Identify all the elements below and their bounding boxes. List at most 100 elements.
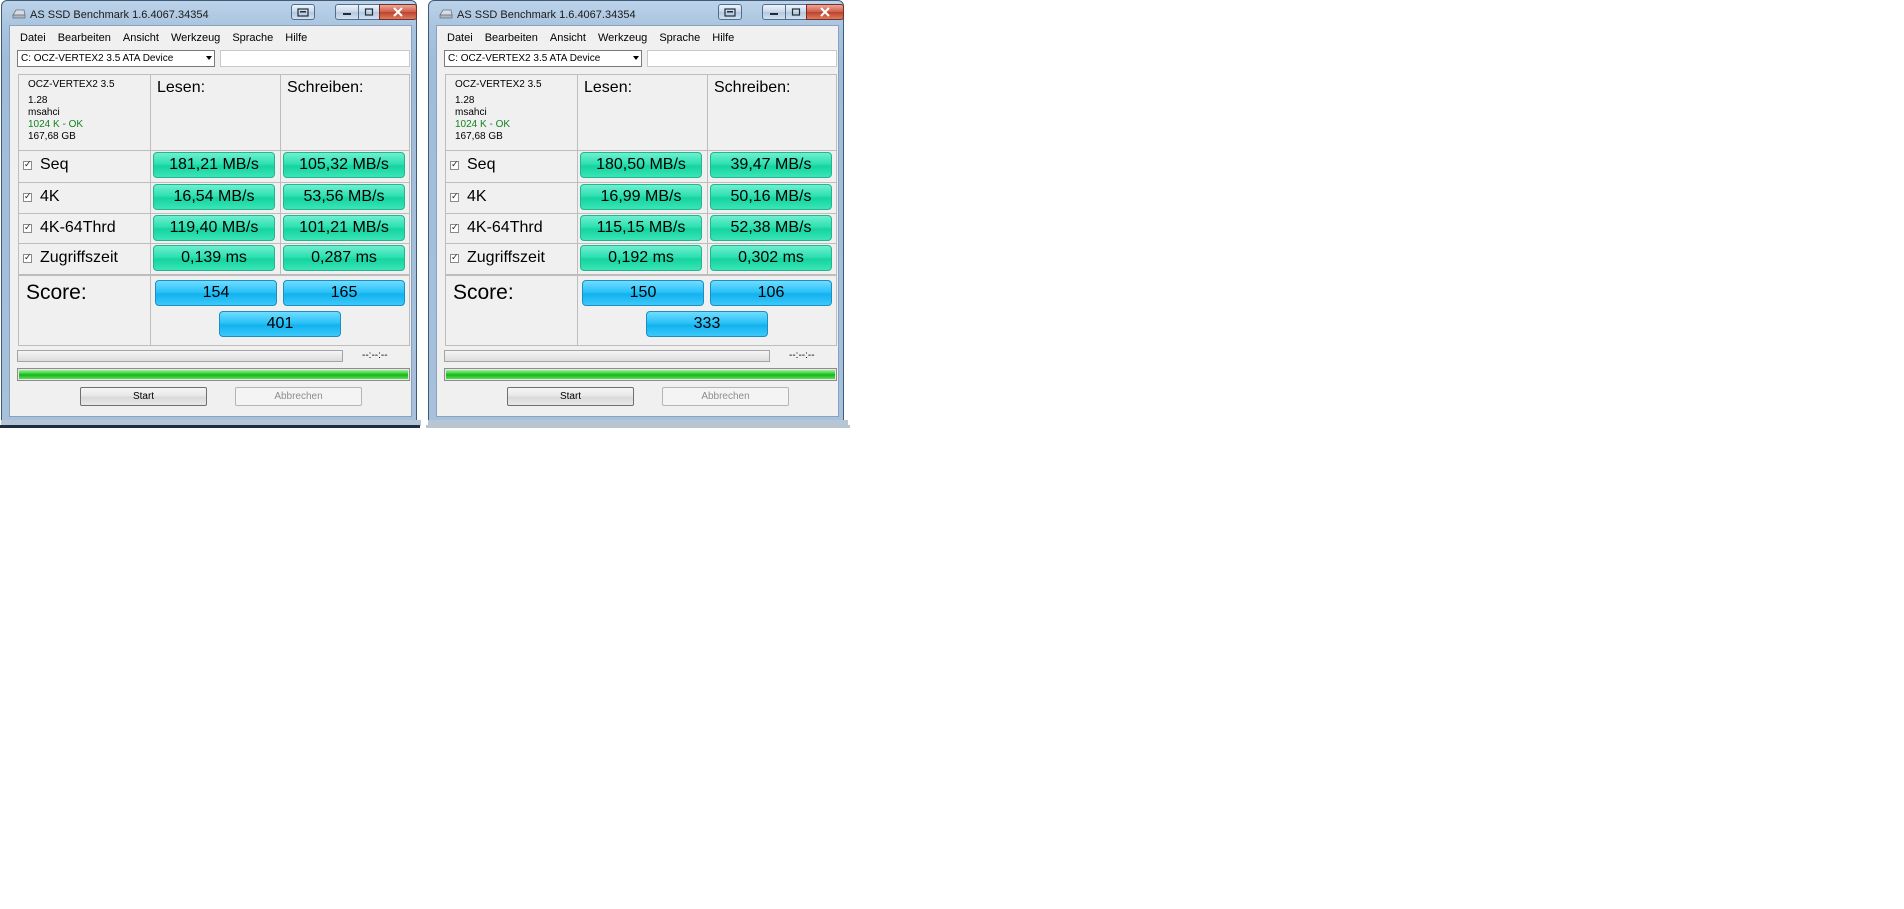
grid-divider [446, 182, 836, 183]
zugriffszeit-checkbox[interactable] [23, 252, 32, 263]
hard-drive-icon [12, 9, 26, 19]
zugriffszeit-checkbox[interactable] [450, 252, 459, 263]
4k-read-result: 16,54 MB/s [153, 184, 275, 210]
menu-bar: Datei Bearbeiten Ansicht Werkzeug Sprach… [441, 29, 740, 47]
restore-icon [297, 7, 309, 17]
minimize-button[interactable] [762, 4, 786, 20]
start-button[interactable]: Start [507, 387, 634, 406]
close-button[interactable] [379, 4, 417, 20]
menu-ansicht[interactable]: Ansicht [544, 29, 592, 47]
4k-64thrd-read-result: 119,40 MB/s [153, 215, 275, 241]
drive-select[interactable]: C: OCZ-VERTEX2 3.5 ATA Device [17, 50, 215, 67]
benchmark-window-2: AS SSD Benchmark 1.6.4067.34354 Datei Be… [428, 0, 848, 426]
4k-64thrd-checkbox[interactable] [450, 222, 459, 233]
drive-size: 167,68 GB [455, 131, 503, 142]
cancel-button[interactable]: Abbrechen [662, 387, 789, 406]
row-zugriffszeit[interactable]: Zugriffszeit [450, 249, 545, 267]
seq-checkbox[interactable] [23, 159, 32, 170]
status-field [220, 50, 410, 67]
4k-checkbox[interactable] [23, 191, 32, 202]
total-progress-fill [446, 370, 835, 379]
chevron-down-icon[interactable] [633, 56, 639, 60]
maximize-icon [364, 8, 374, 16]
total-progress-bar [17, 368, 410, 381]
zugriffszeit-write-result: 0,302 ms [710, 245, 832, 271]
row-4k[interactable]: 4K [23, 188, 60, 206]
grid-divider [446, 150, 836, 151]
test-progress-bar [444, 350, 770, 362]
close-icon [393, 7, 403, 17]
4k-checkbox[interactable] [450, 191, 459, 202]
row-4k[interactable]: 4K [450, 188, 487, 206]
drive-size: 167,68 GB [28, 131, 76, 142]
chevron-down-icon[interactable] [206, 56, 212, 60]
drive-info: OCZ-VERTEX2 3.5 1.28 msahci 1024 K - OK … [28, 79, 115, 143]
menu-hilfe[interactable]: Hilfe [279, 29, 313, 47]
grid-divider [150, 75, 151, 345]
drive-firmware: 1.28 [28, 95, 48, 106]
minimize-button[interactable] [335, 4, 359, 20]
maximize-button[interactable] [358, 4, 380, 20]
4k-write-result: 50,16 MB/s [710, 184, 832, 210]
write-header: Schreiben: [714, 79, 791, 96]
seq-read-result: 181,21 MB/s [153, 152, 275, 178]
menu-bearbeiten[interactable]: Bearbeiten [52, 29, 117, 47]
close-icon [820, 7, 830, 17]
drive-select[interactable]: C: OCZ-VERTEX2 3.5 ATA Device [444, 50, 642, 67]
total-progress-fill [19, 370, 408, 379]
seq-checkbox[interactable] [450, 159, 459, 170]
menu-sprache[interactable]: Sprache [226, 29, 279, 47]
drive-model: OCZ-VERTEX2 3.5 [455, 79, 542, 90]
elapsed-time: --:--:-- [362, 350, 388, 361]
grid-divider [19, 213, 409, 214]
seq-write-result: 105,32 MB/s [283, 152, 405, 178]
total-score: 401 [219, 311, 341, 337]
drive-select-value: C: OCZ-VERTEX2 3.5 ATA Device [448, 53, 601, 64]
grid-divider [446, 213, 836, 214]
drive-driver: msahci [28, 107, 60, 118]
grid-divider [19, 182, 409, 183]
maximize-button[interactable] [785, 4, 807, 20]
restore-button[interactable] [291, 4, 315, 20]
menu-datei[interactable]: Datei [14, 29, 52, 47]
title-bar[interactable]: AS SSD Benchmark 1.6.4067.34354 [8, 4, 417, 24]
menu-ansicht[interactable]: Ansicht [117, 29, 165, 47]
hard-drive-icon [439, 9, 453, 19]
start-button[interactable]: Start [80, 387, 207, 406]
read-header: Lesen: [584, 79, 633, 96]
menu-hilfe[interactable]: Hilfe [706, 29, 740, 47]
title-bar[interactable]: AS SSD Benchmark 1.6.4067.34354 [435, 4, 844, 24]
restore-button[interactable] [718, 4, 742, 20]
4k-64thrd-checkbox[interactable] [23, 222, 32, 233]
row-seq[interactable]: Seq [23, 156, 68, 174]
grid-divider [19, 150, 409, 151]
zugriffszeit-read-result: 0,192 ms [580, 245, 702, 271]
write-score: 106 [710, 280, 832, 306]
results-grid: OCZ-VERTEX2 3.5 1.28 msahci 1024 K - OK … [18, 74, 410, 346]
menu-datei[interactable]: Datei [441, 29, 479, 47]
benchmark-window-1: AS SSD Benchmark 1.6.4067.34354 Datei Be… [1, 0, 421, 426]
menu-werkzeug[interactable]: Werkzeug [592, 29, 653, 47]
row-4k-64thrd[interactable]: 4K-64Thrd [450, 219, 543, 237]
menu-bearbeiten[interactable]: Bearbeiten [479, 29, 544, 47]
drive-firmware: 1.28 [455, 95, 475, 106]
row-label: 4K [40, 188, 60, 205]
menu-werkzeug[interactable]: Werkzeug [165, 29, 226, 47]
cancel-button[interactable]: Abbrechen [235, 387, 362, 406]
maximize-icon [791, 8, 801, 16]
restore-icon [724, 7, 736, 17]
read-score: 154 [155, 280, 277, 306]
grid-divider [446, 243, 836, 244]
test-progress-bar [17, 350, 343, 362]
row-4k-64thrd[interactable]: 4K-64Thrd [23, 219, 116, 237]
menu-sprache[interactable]: Sprache [653, 29, 706, 47]
row-label: Seq [40, 156, 69, 173]
window-title: AS SSD Benchmark 1.6.4067.34354 [30, 9, 209, 21]
row-zugriffszeit[interactable]: Zugriffszeit [23, 249, 118, 267]
row-label: 4K-64Thrd [40, 219, 116, 236]
total-score: 333 [646, 311, 768, 337]
grid-divider [19, 243, 409, 244]
close-button[interactable] [806, 4, 844, 20]
row-seq[interactable]: Seq [450, 156, 495, 174]
results-grid: OCZ-VERTEX2 3.5 1.28 msahci 1024 K - OK … [445, 74, 837, 346]
